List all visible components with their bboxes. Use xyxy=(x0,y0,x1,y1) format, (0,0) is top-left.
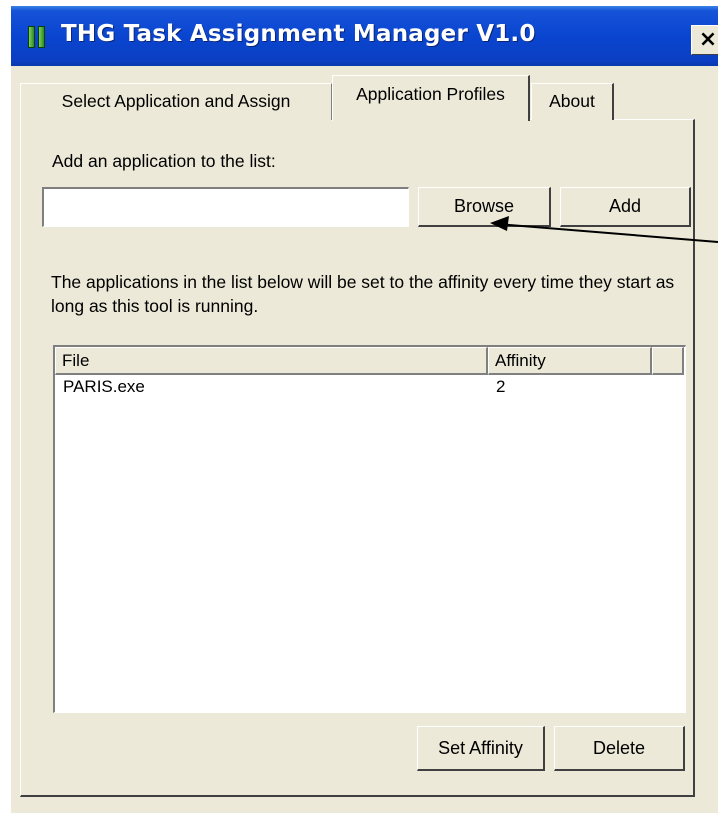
list-item-file: PARIS.exe xyxy=(63,377,145,396)
browse-button[interactable]: Browse xyxy=(418,187,551,227)
application-path-input[interactable] xyxy=(42,187,409,227)
list-item[interactable]: PARIS.exe 2 xyxy=(55,377,684,399)
list-item-affinity: 2 xyxy=(496,377,506,396)
set-affinity-button[interactable]: Set Affinity xyxy=(417,726,545,771)
tab-application-profiles[interactable]: Application Profiles xyxy=(332,75,530,121)
add-application-label: Add an application to the list: xyxy=(52,151,276,171)
close-button[interactable]: × xyxy=(691,25,718,55)
delete-button[interactable]: Delete xyxy=(554,726,685,771)
info-text: The applications in the list below will … xyxy=(51,272,675,316)
tab-about[interactable]: About xyxy=(531,83,614,120)
window-title: THG Task Assignment Manager V1.0 xyxy=(61,21,536,47)
title-bar[interactable]: THG Task Assignment Manager V1.0 × xyxy=(11,6,718,66)
application-list[interactable]: File Affinity PARIS.exe 2 xyxy=(53,345,686,713)
tab-select-application[interactable]: Select Application and Assign xyxy=(20,83,332,120)
column-header-affinity[interactable]: Affinity xyxy=(488,347,652,375)
column-header-file[interactable]: File xyxy=(55,347,488,375)
app-icon xyxy=(28,26,48,48)
list-header: File Affinity xyxy=(55,347,684,375)
column-header-empty[interactable] xyxy=(652,347,684,375)
add-button[interactable]: Add xyxy=(560,187,691,227)
